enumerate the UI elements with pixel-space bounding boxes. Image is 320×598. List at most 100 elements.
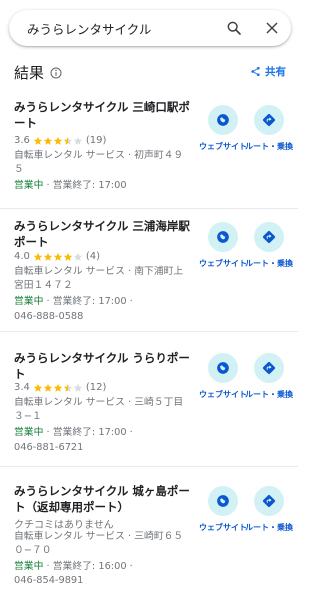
category-address: 自転車レンタル サービス · 南下浦町上宮田１４７２ <box>14 266 184 291</box>
result-card[interactable]: みうらレンタサイクル 城ヶ島ポート（返却専用ポート） クチコミはありません 自転… <box>0 483 298 598</box>
website-icon-circle <box>208 353 238 383</box>
open-status: 営業中 <box>14 180 44 191</box>
directions-label: ルート・乗換 <box>245 259 293 268</box>
search-button[interactable] <box>223 17 245 39</box>
directions-icon-circle <box>254 105 284 135</box>
globe-icon <box>217 114 229 126</box>
star-rating <box>33 383 83 393</box>
website-icon-circle <box>208 486 238 516</box>
star-icon <box>63 252 73 261</box>
hours-status: 営業中 · 営業終了: 16:00 · <box>14 560 192 574</box>
phone-number: 046-881-6721 <box>14 442 84 453</box>
no-reviews-text: クチコミはありません <box>14 520 114 531</box>
share-icon <box>251 66 260 77</box>
directions-icon-circle <box>254 222 284 252</box>
star-icon <box>73 383 83 392</box>
hours-status: 営業中 · 営業終了: 17:00 · <box>14 426 192 440</box>
rating-value: 3.6 <box>14 135 30 146</box>
star-icon <box>53 383 63 392</box>
result-card[interactable]: みうらレンタサイクル 三崎口駅ポート 3.6 (19) 自転車レンタル サービス… <box>0 99 298 209</box>
star-icon <box>43 383 53 392</box>
search-input[interactable] <box>27 20 222 36</box>
directions-icon <box>262 361 276 375</box>
website-button[interactable]: ウェブサイト <box>199 222 247 269</box>
rating-row: 3.6 (19) <box>14 135 106 146</box>
results-header: 結果 <box>14 62 62 83</box>
star-icon <box>33 252 43 261</box>
directions-icon <box>262 113 276 127</box>
directions-button[interactable]: ルート・乗換 <box>245 353 293 400</box>
results-title: 結果 <box>14 64 45 82</box>
category-address: 自転車レンタル サービス · 三崎町６５０−７０ <box>14 531 184 556</box>
category-address: 自転車レンタル サービス · 三崎５丁目３−１ <box>14 397 184 422</box>
directions-label: ルート・乗換 <box>245 523 293 532</box>
website-label: ウェブサイト <box>199 523 247 532</box>
closing-time: · 営業終了: 17:00 · <box>43 296 133 307</box>
star-icon <box>63 136 73 145</box>
category-address: 自転車レンタル サービス · 初声町４９５ <box>14 150 184 175</box>
open-status: 営業中 <box>14 561 44 572</box>
search-bar <box>9 10 291 46</box>
globe-icon <box>217 362 229 374</box>
divider <box>0 208 298 209</box>
star-icon <box>53 252 63 261</box>
globe-icon <box>217 495 229 507</box>
website-button[interactable]: ウェブサイト <box>199 353 247 400</box>
directions-label: ルート・乗換 <box>245 142 293 151</box>
directions-label: ルート・乗換 <box>245 390 293 399</box>
directions-button[interactable]: ルート・乗換 <box>245 486 293 533</box>
clear-button[interactable] <box>261 17 283 39</box>
closing-time: · 営業終了: 16:00 · <box>43 561 133 572</box>
divider <box>0 466 298 467</box>
website-button[interactable]: ウェブサイト <box>199 105 247 152</box>
result-name[interactable]: みうらレンタサイクル 三崎口駅ポート <box>14 99 196 131</box>
directions-icon <box>262 494 276 508</box>
review-count: (12) <box>85 382 107 393</box>
website-icon-circle <box>208 105 238 135</box>
phone-number: 046-888-0588 <box>14 311 84 322</box>
directions-icon-circle <box>254 353 284 383</box>
website-icon-circle <box>208 222 238 252</box>
rating-value: 3.4 <box>14 382 30 393</box>
search-icon <box>227 21 241 35</box>
website-label: ウェブサイト <box>199 259 247 268</box>
closing-time: · 営業終了: 17:00 <box>43 180 127 191</box>
star-icon <box>43 252 53 261</box>
star-icon <box>33 383 43 392</box>
star-icon <box>73 136 83 145</box>
result-name[interactable]: みうらレンタサイクル 城ヶ島ポート（返却専用ポート） <box>14 483 196 515</box>
hours-status: 営業中 · 営業終了: 17:00 <box>14 179 192 193</box>
directions-icon <box>262 230 276 244</box>
result-card[interactable]: みうらレンタサイクル うらりポート 3.4 (12) 自転車レンタル サービス … <box>0 350 298 460</box>
rating-row: 4.0 (4) <box>14 251 100 262</box>
info-icon[interactable] <box>50 67 62 79</box>
website-label: ウェブサイト <box>199 390 247 399</box>
share-label: 共有 <box>265 66 286 78</box>
rating-row: 3.4 (12) <box>14 382 106 393</box>
directions-button[interactable]: ルート・乗換 <box>245 105 293 152</box>
result-name[interactable]: みうらレンタサイクル うらりポート <box>14 350 196 382</box>
closing-time: · 営業終了: 17:00 · <box>43 427 133 438</box>
close-icon <box>266 22 278 34</box>
globe-icon <box>217 231 229 243</box>
share-button[interactable]: 共有 <box>250 64 286 79</box>
result-name[interactable]: みうらレンタサイクル 三浦海岸駅ポート <box>14 218 196 250</box>
star-icon <box>33 136 43 145</box>
website-button[interactable]: ウェブサイト <box>199 486 247 533</box>
star-rating <box>33 252 83 262</box>
star-icon <box>73 252 83 261</box>
directions-icon-circle <box>254 486 284 516</box>
directions-button[interactable]: ルート・乗換 <box>245 222 293 269</box>
review-count: (4) <box>85 251 101 262</box>
hours-status: 営業中 · 営業終了: 17:00 · <box>14 295 192 309</box>
rating-value: 4.0 <box>14 251 30 262</box>
divider <box>0 331 298 332</box>
phone-number: 046-854-9891 <box>14 575 84 586</box>
open-status: 営業中 <box>14 296 44 307</box>
star-icon <box>43 136 53 145</box>
website-label: ウェブサイト <box>199 142 247 151</box>
result-card[interactable]: みうらレンタサイクル 三浦海岸駅ポート 4.0 (4) 自転車レンタル サービス… <box>0 218 298 338</box>
review-count: (19) <box>85 135 107 146</box>
open-status: 営業中 <box>14 427 44 438</box>
star-icon <box>63 383 73 392</box>
